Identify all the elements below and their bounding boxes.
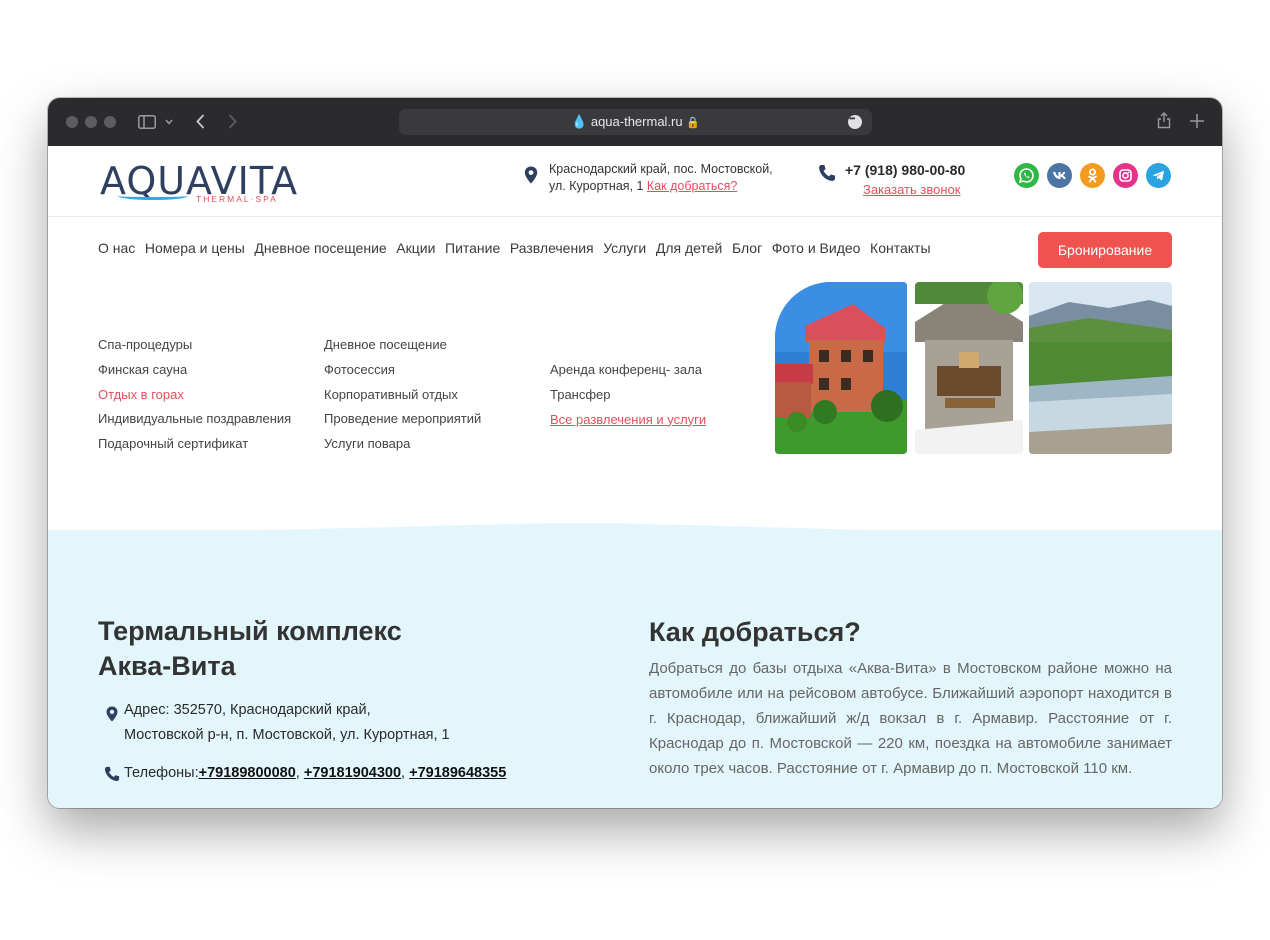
booking-button[interactable]: Бронирование (1038, 232, 1172, 268)
lock-icon: 🔒 (686, 117, 700, 129)
odnoklassniki-icon[interactable] (1080, 163, 1105, 188)
phone-link-3[interactable]: +79189648355 (409, 765, 506, 781)
nav-item-contacts[interactable]: Контакты (870, 240, 930, 260)
nav-item-food[interactable]: Питание (445, 240, 500, 260)
menu-item-conference[interactable]: Аренда конференц- зала (550, 358, 706, 383)
new-tab-icon[interactable] (1190, 114, 1204, 128)
header-address-line1: Краснодарский край, пос. Мостовской, (549, 162, 773, 176)
phone-number[interactable]: +7 (918) 980-00-80 (845, 162, 965, 178)
share-icon[interactable] (1157, 111, 1171, 129)
dropdown-column-2: Дневное посещение Фотосессия Корпоративн… (324, 333, 481, 457)
web-page: AQUAVITA THERMAL·SPA Краснодарский край,… (48, 146, 1222, 808)
header-address-line2-wrap: ул. Курортная, 1 Как добраться? (549, 179, 737, 193)
logo-subtitle: THERMAL·SPA (196, 194, 278, 204)
zoom-window-button[interactable] (104, 116, 116, 128)
nav-item-about[interactable]: О нас (98, 240, 135, 260)
dropdown-column-3: Аренда конференц- зала Трансфер Все разв… (550, 358, 706, 432)
nav-item-entertainment[interactable]: Развлечения (510, 240, 594, 260)
nav-item-kids[interactable]: Для детей (656, 240, 722, 260)
main-nav: О нас Номера и цены Дневное посещение Ак… (98, 240, 940, 260)
nav-item-blog[interactable]: Блог (732, 240, 762, 260)
photo-guest-house[interactable] (775, 282, 907, 454)
menu-item-mountains[interactable]: Отдых в горах (98, 383, 291, 408)
complex-title: Термальный комплекс Аква-Вита (98, 614, 402, 684)
phone-icon (104, 766, 120, 782)
header-address-line2: ул. Курортная, 1 (549, 179, 644, 193)
menu-item-spa[interactable]: Спа-процедуры (98, 333, 291, 358)
directions-link[interactable]: Как добраться? (647, 179, 737, 193)
phones-line: Телефоны:+79189800080, +79181904300, +79… (124, 765, 507, 781)
browser-window: 💧 aqua-thermal.ru 🔒 AQUAVITA T (48, 98, 1222, 808)
chevron-down-icon[interactable] (165, 119, 173, 125)
back-icon[interactable] (196, 114, 205, 129)
header-divider (48, 216, 1222, 217)
menu-item-corporate[interactable]: Корпоративный отдых (324, 383, 481, 408)
menu-item-chef[interactable]: Услуги повара (324, 432, 481, 457)
close-window-button[interactable] (66, 116, 78, 128)
dropdown-column-1: Спа-процедуры Финская сауна Отдых в гора… (98, 333, 291, 457)
menu-item-all-services[interactable]: Все развлечения и услуги (550, 408, 706, 433)
vk-icon[interactable] (1047, 163, 1072, 188)
menu-item-gift-certificate[interactable]: Подарочный сертификат (98, 432, 291, 457)
menu-item-events[interactable]: Проведение мероприятий (324, 407, 481, 432)
forward-icon[interactable] (228, 114, 237, 129)
site-favicon-drop-icon: 💧 (571, 114, 588, 129)
page: 💧 aqua-thermal.ru 🔒 AQUAVITA T (0, 0, 1270, 940)
nav-item-rooms[interactable]: Номера и цены (145, 240, 245, 260)
menu-item-sauna[interactable]: Финская сауна (98, 358, 291, 383)
photo-gazebo[interactable] (915, 282, 1023, 454)
browser-titlebar: 💧 aqua-thermal.ru 🔒 (48, 98, 1222, 146)
logo-wave (118, 192, 188, 200)
menu-item-transfer[interactable]: Трансфер (550, 383, 706, 408)
url-text: aqua-thermal.ru (590, 114, 683, 129)
phones-label: Телефоны: (124, 765, 199, 781)
complex-title-line1: Термальный комплекс (98, 616, 402, 646)
map-pin-icon (106, 706, 118, 722)
callback-link[interactable]: Заказать звонок (863, 182, 960, 197)
map-pin-icon (524, 166, 538, 184)
menu-item-photoshoot[interactable]: Фотосессия (324, 358, 481, 383)
nav-item-media[interactable]: Фото и Видео (772, 240, 861, 260)
telegram-icon[interactable] (1146, 163, 1171, 188)
complex-title-line2: Аква-Вита (98, 651, 236, 681)
nav-item-day-visit[interactable]: Дневное посещение (254, 240, 386, 260)
phone-link-1[interactable]: +79189800080 (199, 765, 296, 781)
menu-item-day-visit[interactable]: Дневное посещение (324, 333, 481, 358)
phone-icon (819, 165, 835, 181)
page-menu-icon[interactable] (848, 114, 862, 129)
address-line1: Адрес: 352570, Краснодарский край, (124, 702, 371, 718)
phone-link-2[interactable]: +79181904300 (304, 765, 401, 781)
instagram-icon[interactable] (1113, 163, 1138, 188)
address-line2: Мостовской р-н, п. Мостовской, ул. Курор… (124, 727, 450, 743)
url-display[interactable]: 💧 aqua-thermal.ru 🔒 (399, 109, 872, 135)
directions-text: Добраться до базы отдыха «Аква-Вита» в М… (649, 660, 1172, 777)
address-bar[interactable]: 💧 aqua-thermal.ru 🔒 (399, 109, 872, 135)
nav-item-services[interactable]: Услуги (603, 240, 646, 260)
sidebar-icon[interactable] (138, 115, 156, 129)
photo-mountain-river[interactable] (1029, 282, 1172, 454)
directions-title: Как добраться? (649, 617, 861, 647)
nav-item-promotions[interactable]: Акции (396, 240, 435, 260)
whatsapp-icon[interactable] (1014, 163, 1039, 188)
site-logo[interactable]: AQUAVITA THERMAL·SPA (100, 162, 298, 204)
minimize-window-button[interactable] (85, 116, 97, 128)
menu-item-greetings[interactable]: Индивидуальные поздравления (98, 407, 291, 432)
